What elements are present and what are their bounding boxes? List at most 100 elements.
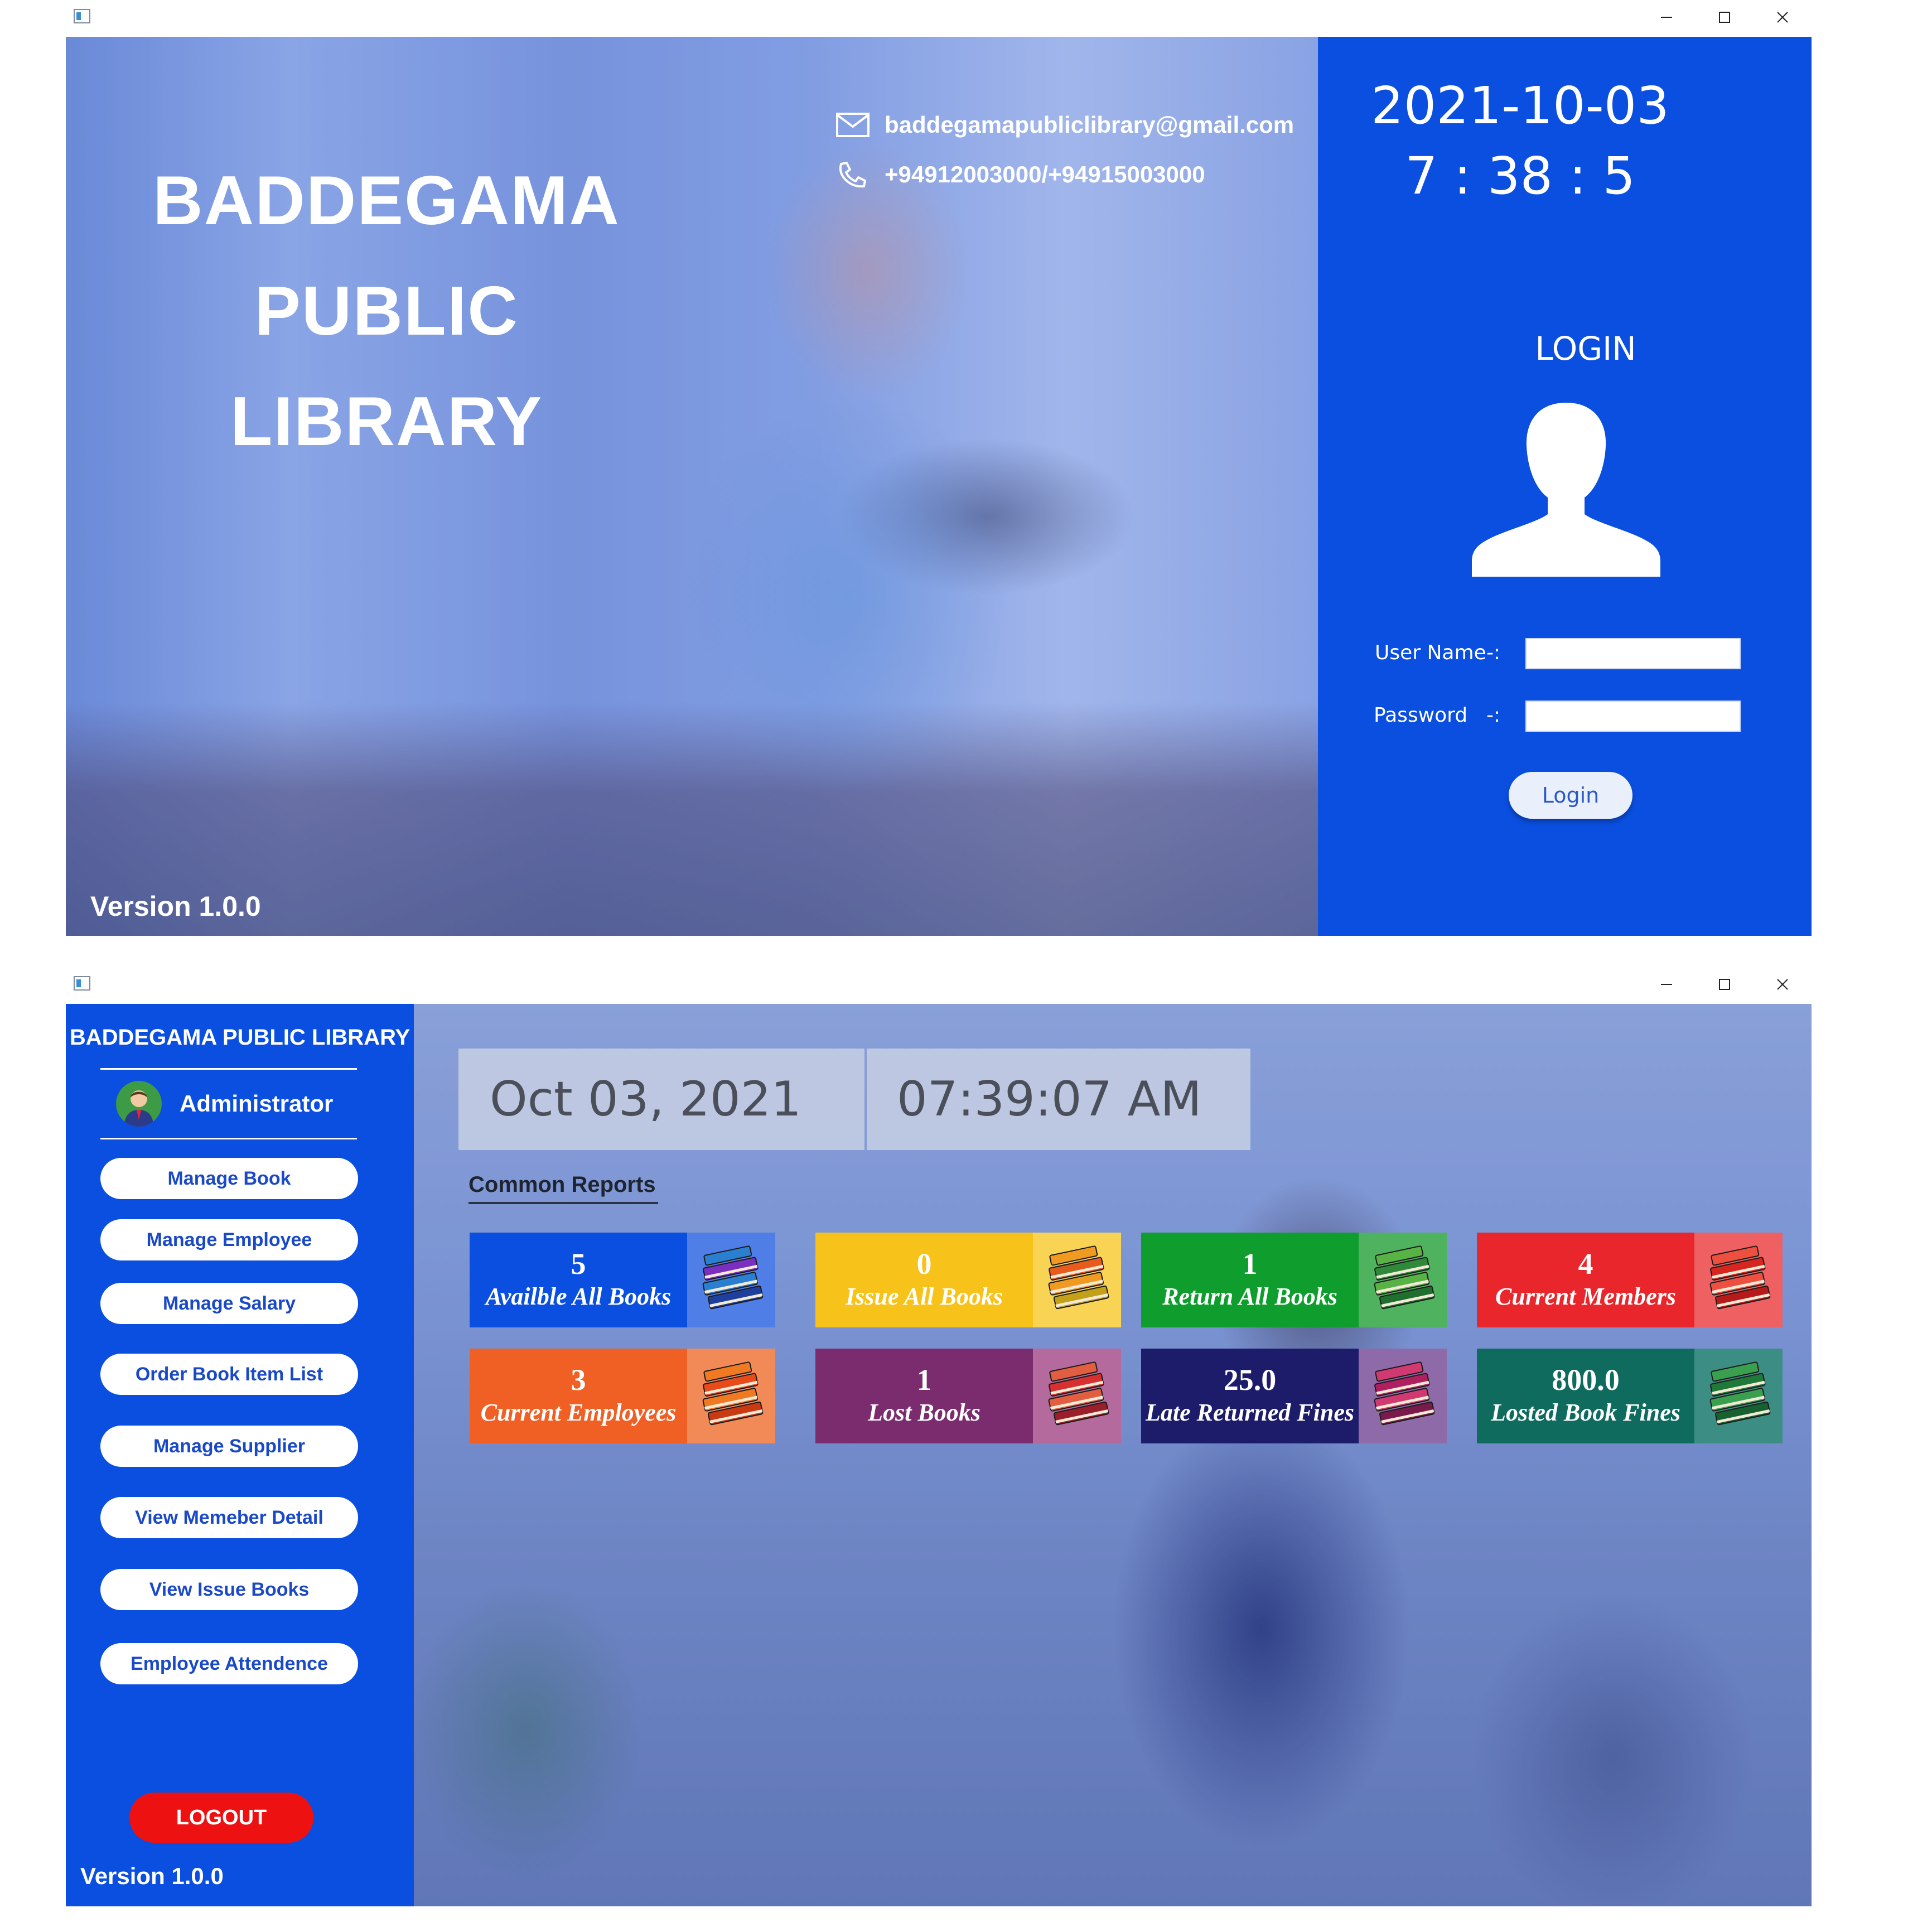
employee-attendance-button[interactable]: Employee Attendence — [100, 1643, 358, 1684]
user-role-label: Administrator — [180, 1090, 334, 1117]
card-lost-books[interactable]: 1 Lost Books — [815, 1349, 1121, 1443]
logout-button[interactable]: LOGOUT — [129, 1793, 313, 1843]
phone-icon — [839, 162, 866, 188]
divider — [100, 1138, 357, 1139]
email-text: baddegamapubliclibrary@gmail.com — [885, 112, 1295, 138]
card-label: Current Members — [1495, 1283, 1676, 1310]
card-content: 1 Return All Books — [1141, 1233, 1359, 1327]
card-content: 1 Lost Books — [815, 1349, 1033, 1443]
card-label: Lost Books — [868, 1399, 981, 1426]
version-label: Version 1.0.0 — [80, 1863, 224, 1889]
card-content: 3 Current Employees — [470, 1349, 687, 1443]
user-silhouette-icon — [1472, 403, 1660, 577]
clock-time: 7 : 38 : 5 — [1404, 146, 1636, 206]
maximize-icon — [1719, 979, 1730, 990]
app-icon — [74, 9, 90, 23]
card-count: 4 — [1578, 1247, 1593, 1281]
sidebar: BADDEGAMA PUBLIC LIBRARY Administrator M… — [66, 1004, 414, 1906]
username-label: User Name — [1375, 641, 1486, 664]
card-late-returned-fines[interactable]: 25.0 Late Returned Fines — [1141, 1349, 1447, 1443]
card-losted-book-fines[interactable]: 800.0 Losted Book Fines — [1477, 1349, 1783, 1443]
books-stack-icon — [1359, 1233, 1447, 1327]
sidebar-title: BADDEGAMA PUBLIC LIBRARY — [69, 1025, 410, 1050]
order-book-item-list-button[interactable]: Order Book Item List — [100, 1354, 358, 1395]
card-count: 1 — [1242, 1247, 1258, 1281]
card-content: 25.0 Late Returned Fines — [1141, 1349, 1359, 1443]
login-heading: LOGIN — [1535, 330, 1636, 368]
date-text: Oct 03, 2021 — [490, 1071, 801, 1127]
email-contact: baddegamapubliclibrary@gmail.com — [835, 112, 1294, 138]
minimize-icon — [1661, 17, 1672, 18]
card-content: 800.0 Losted Book Fines — [1477, 1349, 1694, 1443]
admin-avatar-icon — [116, 1081, 162, 1127]
books-stack-icon — [687, 1349, 775, 1443]
login-window-titlebar — [66, 0, 1812, 35]
card-label: Current Employees — [480, 1399, 677, 1426]
close-button[interactable] — [1754, 0, 1812, 35]
dashboard-window: BADDEGAMA PUBLIC LIBRARY Administrator M… — [66, 1004, 1812, 1906]
manage-supplier-button[interactable]: Manage Supplier — [100, 1426, 358, 1467]
divider — [468, 1202, 658, 1204]
dashboard-window-titlebar — [66, 967, 1812, 1002]
username-input[interactable] — [1525, 638, 1741, 669]
card-label: Losted Book Fines — [1491, 1399, 1680, 1426]
view-issue-books-button[interactable]: View Issue Books — [100, 1569, 358, 1610]
card-issue-books[interactable]: 0 Issue All Books — [815, 1233, 1121, 1327]
books-stack-icon — [1694, 1233, 1783, 1327]
card-label: Return All Books — [1162, 1283, 1337, 1310]
login-panel: 2021-10-03 7 : 38 : 5 LOGIN User Name -:… — [1318, 37, 1812, 936]
library-name-line-3: LIBRARY — [230, 383, 543, 460]
date-display: Oct 03, 2021 — [458, 1049, 864, 1150]
time-display: 07:39:07 AM — [867, 1049, 1250, 1150]
password-separator: -: — [1486, 704, 1501, 727]
login-button[interactable]: Login — [1509, 772, 1632, 819]
password-input[interactable] — [1525, 701, 1741, 732]
library-name-line-2: PUBLIC — [254, 273, 519, 350]
divider — [100, 1068, 357, 1070]
maximize-icon — [1719, 12, 1730, 23]
view-member-detail-button[interactable]: View Memeber Detail — [100, 1497, 358, 1538]
books-stack-icon — [1359, 1349, 1447, 1443]
card-count: 25.0 — [1223, 1363, 1277, 1397]
version-label: Version 1.0.0 — [90, 891, 261, 922]
username-separator: -: — [1486, 641, 1501, 664]
card-count: 800.0 — [1552, 1363, 1620, 1397]
books-stack-icon — [687, 1233, 775, 1327]
close-button[interactable] — [1754, 967, 1812, 1002]
common-reports-heading: Common Reports — [468, 1172, 656, 1197]
card-content: 0 Issue All Books — [815, 1233, 1033, 1327]
login-window: BADDEGAMA PUBLIC LIBRARY baddegamapublic… — [66, 37, 1812, 936]
card-current-employees[interactable]: 3 Current Employees — [470, 1349, 775, 1443]
card-count: 1 — [916, 1363, 932, 1397]
clock-date: 2021-10-03 — [1371, 76, 1669, 136]
card-content: 4 Current Members — [1477, 1233, 1694, 1327]
library-name: BADDEGAMA PUBLIC LIBRARY — [66, 146, 707, 477]
books-stack-icon — [1694, 1349, 1783, 1443]
books-stack-icon — [1033, 1349, 1121, 1443]
manage-salary-button[interactable]: Manage Salary — [100, 1283, 358, 1324]
card-label: Availble All Books — [485, 1283, 672, 1310]
maximize-button[interactable] — [1696, 967, 1754, 1002]
books-stack-icon — [1033, 1233, 1121, 1327]
minimize-button[interactable] — [1638, 0, 1696, 35]
library-name-line-1: BADDEGAMA — [153, 162, 620, 239]
password-label: Password — [1374, 704, 1468, 727]
close-icon — [1777, 979, 1788, 990]
card-available-books[interactable]: 5 Availble All Books — [470, 1233, 775, 1327]
manage-employee-button[interactable]: Manage Employee — [100, 1219, 358, 1260]
card-return-books[interactable]: 1 Return All Books — [1141, 1233, 1447, 1327]
mail-icon — [836, 113, 870, 137]
minimize-icon — [1661, 984, 1672, 985]
card-label: Late Returned Fines — [1145, 1399, 1355, 1426]
card-count: 5 — [571, 1247, 586, 1281]
minimize-button[interactable] — [1638, 967, 1696, 1002]
card-count: 0 — [916, 1247, 932, 1281]
card-count: 3 — [571, 1363, 586, 1397]
card-current-members[interactable]: 4 Current Members — [1477, 1233, 1783, 1327]
maximize-button[interactable] — [1696, 0, 1754, 35]
card-label: Issue All Books — [845, 1283, 1003, 1310]
app-icon — [74, 976, 90, 991]
phone-contact: +94912003000/+94915003000 — [835, 161, 1205, 189]
card-content: 5 Availble All Books — [470, 1233, 687, 1327]
manage-book-button[interactable]: Manage Book — [100, 1158, 358, 1199]
